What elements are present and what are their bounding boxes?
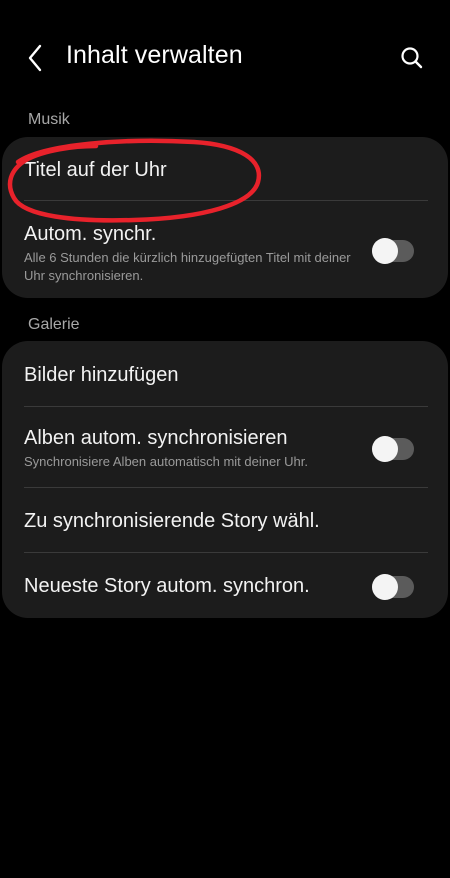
toggle-knob — [372, 436, 398, 462]
toggle-knob — [372, 574, 398, 600]
auto-sync-music-description: Alle 6 Stunden die kürzlich hinzugefügte… — [24, 250, 351, 283]
search-icon — [401, 47, 423, 69]
music-card: Titel auf der Uhr Autom. synchr. Alle 6 … — [2, 137, 448, 298]
select-story-item[interactable]: Zu synchronisierende Story wähl. — [2, 488, 448, 552]
section-label-music: Musik — [28, 111, 70, 128]
auto-sync-music-item[interactable]: Autom. synchr. Alle 6 Stunden die kürzli… — [2, 201, 448, 298]
tracks-on-watch-label: Titel auf der Uhr — [24, 159, 167, 181]
auto-sync-music-label: Autom. synchr. — [24, 223, 157, 245]
add-images-label: Bilder hinzufügen — [24, 364, 179, 386]
auto-sync-music-toggle[interactable] — [372, 238, 414, 264]
auto-sync-latest-story-label: Neueste Story autom. synchron. — [24, 575, 310, 597]
auto-sync-latest-story-toggle[interactable] — [372, 574, 414, 600]
search-button[interactable] — [396, 42, 428, 74]
gallery-card: Bilder hinzufügen Alben autom. synchroni… — [2, 341, 448, 618]
app-header: Inhalt verwalten — [0, 0, 450, 110]
add-images-item[interactable]: Bilder hinzufügen — [2, 341, 448, 406]
toggle-knob — [372, 238, 398, 264]
section-label-gallery: Galerie — [28, 316, 80, 333]
select-story-label: Zu synchronisierende Story wähl. — [24, 510, 320, 532]
auto-sync-albums-toggle[interactable] — [372, 436, 414, 462]
auto-sync-albums-label: Alben autom. synchronisieren — [24, 427, 288, 449]
auto-sync-albums-description: Synchronisiere Alben automatisch mit dei… — [24, 454, 308, 469]
chevron-left-icon — [28, 44, 42, 72]
tracks-on-watch-item[interactable]: Titel auf der Uhr — [2, 137, 448, 201]
auto-sync-latest-story-item[interactable]: Neueste Story autom. synchron. — [2, 553, 448, 618]
page-title: Inhalt verwalten — [66, 41, 243, 69]
auto-sync-albums-item[interactable]: Alben autom. synchronisieren Synchronisi… — [2, 407, 448, 487]
back-button[interactable] — [22, 40, 52, 76]
